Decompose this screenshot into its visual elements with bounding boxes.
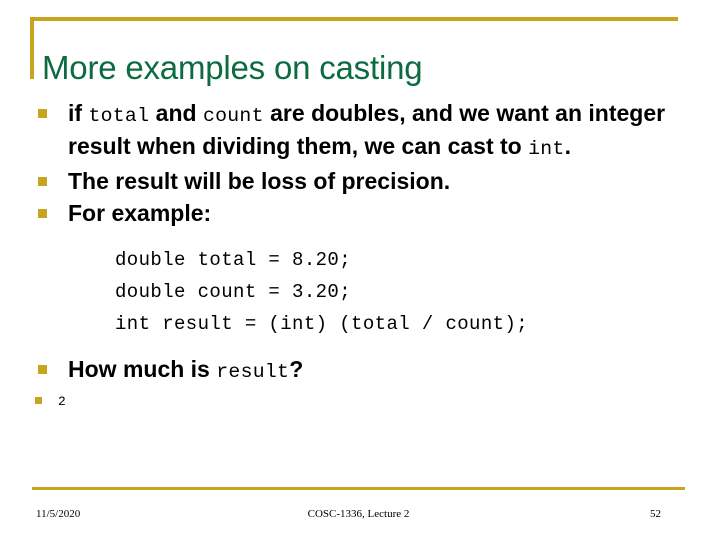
inline-code: int <box>528 138 565 160</box>
page-title: More examples on casting <box>42 49 423 87</box>
inline-code: 2 <box>58 394 67 409</box>
footer-course-label: COSC-1336, Lecture 2 <box>307 508 410 520</box>
title-left-accent-bar <box>30 17 34 79</box>
bullet-text: and <box>149 100 203 126</box>
code-line: double count = 3.20; <box>115 281 352 303</box>
code-line: int result = (int) (total / count); <box>115 313 529 335</box>
bullet-item: The result will be loss of precision. <box>30 166 690 196</box>
code-line: double total = 8.20; <box>115 249 352 271</box>
slide: More examples on casting if total and co… <box>0 0 720 540</box>
inline-code: count <box>202 105 264 127</box>
bullet-item: if total and count are doubles, and we w… <box>30 98 690 164</box>
footer: 11/5/2020 COSC-1336, Lecture 2 52 <box>32 506 685 526</box>
bullet-list-top: if total and count are doubles, and we w… <box>30 98 690 228</box>
bullet-item: 2 <box>30 389 690 414</box>
bullet-text: . <box>564 133 571 159</box>
inline-code: total <box>88 105 150 127</box>
bullet-text: For example: <box>68 200 212 226</box>
footer-page-number: 52 <box>650 508 661 520</box>
code-listing: double total = 8.20; double count = 3.20;… <box>30 244 690 340</box>
bullet-text: ? <box>289 356 304 382</box>
inline-code: result <box>216 361 290 383</box>
bullet-list-bottom: How much is result? 2 <box>30 354 690 414</box>
slide-body: if total and count are doubles, and we w… <box>30 98 690 416</box>
bullet-item: For example: <box>30 198 690 228</box>
bullet-text: if <box>68 100 89 126</box>
bullet-text: The result will be loss of precision. <box>68 168 451 194</box>
footer-rule <box>32 487 685 490</box>
bullet-item: How much is result? <box>30 354 690 387</box>
bullet-text: How much is <box>68 356 217 382</box>
title-top-rule <box>30 17 678 21</box>
